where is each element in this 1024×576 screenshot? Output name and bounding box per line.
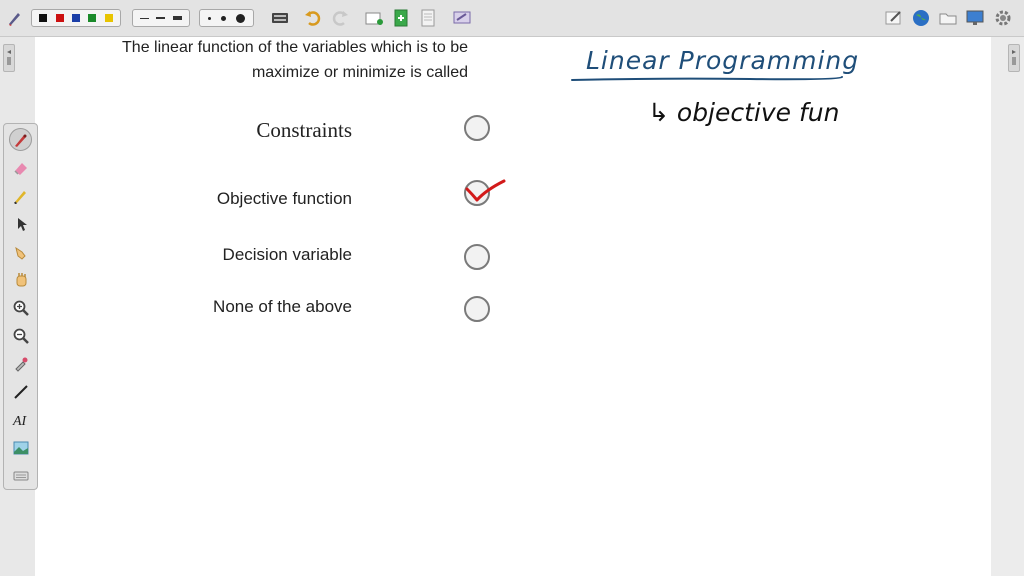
keyboard-icon[interactable]	[270, 8, 290, 28]
dot-size-small[interactable]	[208, 16, 211, 20]
dot-size-medium[interactable]	[221, 15, 226, 21]
note-heading-underline	[571, 76, 843, 81]
question-block: The linear function of the variables whi…	[40, 37, 468, 97]
options-labels: Constraints Objective function Decision …	[120, 110, 352, 340]
whiteboard-app: The linear function of the variables whi…	[0, 0, 1024, 576]
eraser-icon[interactable]	[9, 156, 32, 179]
palette-group	[31, 9, 121, 27]
edit-icon[interactable]	[884, 8, 904, 28]
svg-text:AI: AI	[12, 414, 28, 428]
pointer-icon[interactable]	[9, 212, 32, 235]
option-radio-none-of-the-above[interactable]	[464, 296, 490, 322]
dot-size-large[interactable]	[236, 13, 245, 23]
color-swatch-black[interactable]	[39, 14, 48, 22]
option-label-decision-variable: Decision variable	[222, 245, 352, 264]
check-mark-annotation	[465, 179, 506, 202]
tool-palette: AI	[3, 123, 38, 490]
option-label-constraints: Constraints	[256, 118, 352, 142]
top-toolbar	[0, 0, 1024, 37]
hand-pan-icon[interactable]	[9, 268, 32, 291]
zoom-in-icon[interactable]	[9, 296, 32, 319]
undo-icon[interactable]	[303, 8, 323, 28]
pen-tool-icon[interactable]	[9, 128, 32, 151]
option-label-none-of-the-above: None of the above	[213, 297, 352, 316]
text-tool-icon[interactable]: AI	[9, 408, 32, 431]
option-label-objective-function: Objective function	[216, 189, 352, 208]
question-line-1: The linear function of the variables whi…	[122, 39, 468, 56]
monitor-icon[interactable]	[965, 8, 985, 28]
globe-icon[interactable]	[911, 8, 931, 28]
settings-icon[interactable]	[993, 8, 1013, 28]
line-width-thick[interactable]	[173, 16, 183, 20]
page-icon[interactable]	[418, 8, 438, 28]
zoom-out-icon[interactable]	[9, 324, 32, 347]
color-swatch-red[interactable]	[55, 14, 64, 22]
screen-capture-icon[interactable]	[451, 8, 473, 28]
eyedropper-icon[interactable]	[9, 352, 32, 375]
color-swatch-blue[interactable]	[71, 14, 80, 22]
color-swatch-yellow[interactable]	[104, 14, 113, 22]
new-page-icon[interactable]	[364, 8, 384, 28]
line-width-thin[interactable]	[139, 17, 149, 19]
line-tool-icon[interactable]	[9, 380, 32, 403]
option-radio-decision-variable[interactable]	[464, 244, 490, 270]
dot-size-group	[199, 9, 254, 27]
image-tool-icon[interactable]	[9, 436, 32, 459]
folder-icon[interactable]	[938, 8, 958, 28]
highlighter-icon[interactable]	[9, 184, 32, 207]
note-line-1: ↳ objective fun	[648, 98, 840, 127]
right-collapse-handle[interactable]	[1008, 44, 1020, 72]
option-radio-constraints[interactable]	[464, 115, 490, 141]
question-line-2: maximize or minimize is called	[251, 64, 468, 81]
left-collapse-handle[interactable]	[3, 44, 15, 72]
keyboard-tool-icon[interactable]	[9, 464, 32, 487]
pen-icon[interactable]	[6, 8, 24, 28]
right-side-panel	[991, 37, 1024, 576]
line-width-group	[132, 9, 190, 27]
add-page-icon[interactable]	[391, 8, 411, 28]
redo-icon[interactable]	[330, 8, 350, 28]
hand-point-icon[interactable]	[9, 240, 32, 263]
note-heading: Linear Programming	[586, 46, 860, 75]
color-swatch-green[interactable]	[88, 14, 97, 22]
line-width-medium[interactable]	[156, 17, 166, 19]
